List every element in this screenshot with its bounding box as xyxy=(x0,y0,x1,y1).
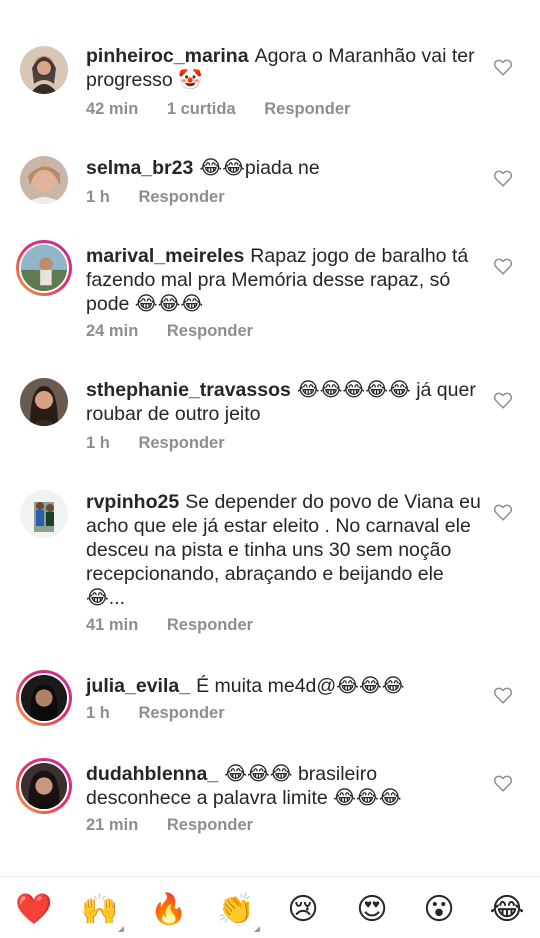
comment-time: 21 min xyxy=(86,816,139,834)
comment-meta: 1 h Responder xyxy=(86,188,249,207)
like-heart-icon[interactable] xyxy=(492,389,514,411)
comment-text-block: sthephanie_travassos 😂😂😂😂😂 já quer roubar… xyxy=(86,378,481,426)
quick-reaction-bar: ❤️ 🙌 🔥 👏 😢 😍 😮 😂 xyxy=(0,876,540,938)
comment-meta: 24 min Responder xyxy=(86,322,277,341)
avatar[interactable] xyxy=(16,240,72,296)
comment-text-block: marival_meireles Rapaz jogo de baralho tá… xyxy=(86,244,481,316)
comment-meta: 41 min Responder xyxy=(86,616,277,635)
reaction-glyph: 👏 xyxy=(217,893,255,926)
reaction-glyph: ❤️ xyxy=(15,893,53,926)
reaction-glyph: 😢 xyxy=(287,893,319,926)
comment-meta: 1 h Responder xyxy=(86,434,249,453)
avatar[interactable] xyxy=(16,758,72,814)
comment-time: 1 h xyxy=(86,704,110,722)
comment-text-block: julia_evila_ É muita me4d@😂😂😂 xyxy=(86,674,481,698)
reaction-glyph: 🔥 xyxy=(150,893,188,926)
like-heart-icon[interactable] xyxy=(492,684,514,706)
heart-eyes-icon[interactable]: 😍 xyxy=(352,890,392,930)
comment-username[interactable]: rvpinho25 xyxy=(86,491,179,513)
comment-username[interactable]: selma_br23 xyxy=(86,157,193,179)
comment-meta: 1 h Responder xyxy=(86,704,249,723)
reply-button[interactable]: Responder xyxy=(167,616,253,634)
red-heart-icon[interactable]: ❤️ xyxy=(14,890,54,930)
avatar[interactable] xyxy=(20,490,68,538)
avatar[interactable] xyxy=(16,670,72,726)
reaction-glyph: 😂 xyxy=(489,893,525,926)
comment-body: 😂😂piada ne xyxy=(199,157,320,179)
reply-button[interactable]: Responder xyxy=(138,188,224,206)
comment-meta: 21 min Responder xyxy=(86,816,277,835)
laughing-face-icon[interactable]: 😂 xyxy=(487,890,527,930)
comment-text-block: dudahblenna_ 😂😂😂 brasileiro desconhece a … xyxy=(86,762,481,810)
reply-button[interactable]: Responder xyxy=(138,704,224,722)
reaction-glyph: 🙌 xyxy=(81,893,119,926)
raising-hands-icon[interactable]: 🙌 xyxy=(80,890,124,932)
reply-button[interactable]: Responder xyxy=(138,434,224,452)
comment-text-block: rvpinho25 Se depender do povo de Viana eu… xyxy=(86,490,481,610)
clapping-hands-icon[interactable]: 👏 xyxy=(216,890,260,932)
reaction-glyph: 😮 xyxy=(423,893,455,926)
like-heart-icon[interactable] xyxy=(492,255,514,277)
comment-time: 41 min xyxy=(86,616,139,634)
comment-username[interactable]: pinheiroc_marina xyxy=(86,45,249,67)
comment-text-block: selma_br23 😂😂piada ne xyxy=(86,156,481,180)
comment-username[interactable]: marival_meireles xyxy=(86,245,244,267)
comment-time: 24 min xyxy=(86,322,139,340)
comment-username[interactable]: dudahblenna_ xyxy=(86,763,218,785)
comment-username[interactable]: sthephanie_travassos xyxy=(86,379,291,401)
comment-body: É muita me4d@😂😂😂 xyxy=(196,675,405,697)
crying-face-icon[interactable]: 😢 xyxy=(283,890,323,930)
like-heart-icon[interactable] xyxy=(492,167,514,189)
comment-time: 1 h xyxy=(86,434,110,452)
comment-username[interactable]: julia_evila_ xyxy=(86,675,190,697)
comment-likes[interactable]: 1 curtida xyxy=(167,100,236,118)
comment-time: 1 h xyxy=(86,188,110,206)
reply-button[interactable]: Responder xyxy=(167,322,253,340)
avatar[interactable] xyxy=(20,156,68,204)
like-heart-icon[interactable] xyxy=(492,501,514,523)
reply-button[interactable]: Responder xyxy=(264,100,350,118)
fire-icon[interactable]: 🔥 xyxy=(149,890,189,930)
avatar[interactable] xyxy=(20,378,68,426)
comment-time: 42 min xyxy=(86,100,139,118)
like-heart-icon[interactable] xyxy=(492,56,514,78)
comment-text-block: pinheiroc_marina Agora o Maranhão vai ter… xyxy=(86,44,481,92)
reaction-glyph: 😍 xyxy=(356,893,388,926)
surprised-face-icon[interactable]: 😮 xyxy=(419,890,459,930)
comment-meta: 42 min 1 curtida Responder xyxy=(86,100,374,119)
like-heart-icon[interactable] xyxy=(492,772,514,794)
avatar[interactable] xyxy=(20,46,68,94)
reply-button[interactable]: Responder xyxy=(167,816,253,834)
